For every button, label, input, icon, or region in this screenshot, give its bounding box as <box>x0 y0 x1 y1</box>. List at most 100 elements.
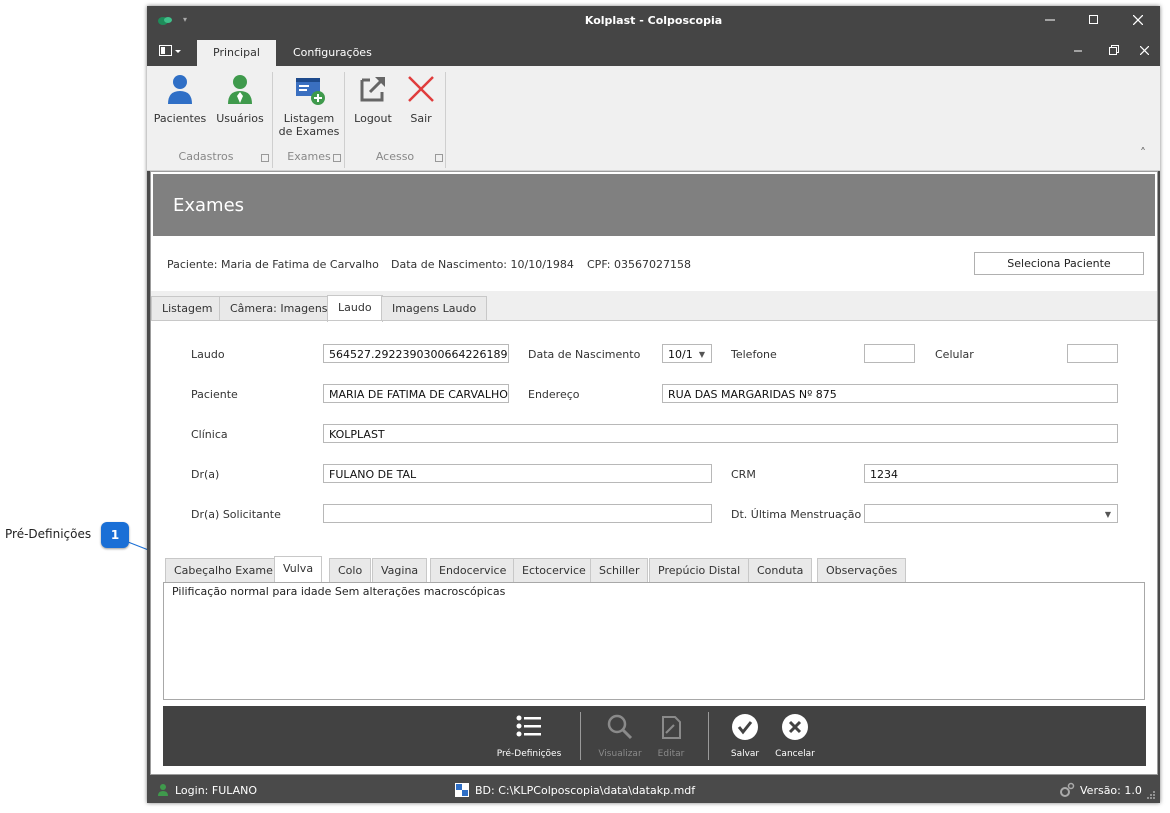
tab-camera-imagens[interactable]: Câmera: Imagens <box>219 296 339 321</box>
paciente-input[interactable]: MARIA DE FATIMA DE CARVALHO <box>323 384 509 403</box>
ribbon-collapse-icon[interactable]: ˄ <box>1140 146 1146 160</box>
tab-laudo[interactable]: Laudo <box>327 295 383 322</box>
cancel-circle-icon <box>771 714 819 743</box>
user-icon <box>223 72 257 106</box>
data-nascimento-dropdown[interactable]: 10/1 ▼ <box>662 344 712 363</box>
version-status: Versão: 1.0 <box>1080 784 1142 797</box>
sair-button[interactable]: Sair <box>399 72 443 125</box>
ribbon-panel: Pacientes Usuários Cadastros Listagem de… <box>147 66 1160 171</box>
dt-ultima-menstruacao-dropdown[interactable]: ▼ <box>864 504 1118 523</box>
title-bar: ▾ Kolplast - Colposcopia <box>147 6 1160 36</box>
tab-imagens-laudo[interactable]: Imagens Laudo <box>381 296 488 321</box>
dr-label: Dr(a) <box>191 468 220 481</box>
dialog-launcher-icon[interactable] <box>333 154 341 162</box>
login-status: Login: FULANO <box>175 784 258 797</box>
data-nascimento-value: 10/1 <box>668 348 693 361</box>
action-toolbar: Pré-Definições Visualizar Editar Salvar … <box>163 706 1146 766</box>
subtab-conduta[interactable]: Conduta <box>748 558 813 583</box>
dr-solicitante-label: Dr(a) Solicitante <box>191 508 281 521</box>
celular-label: Celular <box>935 348 974 361</box>
exit-x-icon <box>404 72 438 106</box>
logout-label: Logout <box>354 112 392 125</box>
ribbon-tab-configuracoes[interactable]: Configurações <box>277 40 388 66</box>
mdi-minimize-icon <box>1074 44 1082 59</box>
pre-definicoes-label: Pré-Definições <box>496 749 562 759</box>
chevron-down-icon: ▼ <box>698 350 705 359</box>
crm-label: CRM <box>731 468 756 481</box>
editar-button[interactable]: Editar <box>649 714 693 759</box>
mdi-close-button[interactable] <box>1129 36 1159 66</box>
ribbon-tab-principal[interactable]: Principal <box>197 40 276 66</box>
usuarios-label: Usuários <box>216 112 264 125</box>
close-button[interactable] <box>1116 6 1160 36</box>
group-separator <box>445 72 446 168</box>
exames-form: Exames Paciente: Maria de Fatima de Carv… <box>150 171 1158 775</box>
dr-solicitante-input[interactable] <box>323 504 712 523</box>
group-label-cadastros: Cadastros <box>178 150 234 163</box>
cancelar-button[interactable]: Cancelar <box>771 714 819 759</box>
maximize-button[interactable] <box>1072 6 1116 36</box>
toolbar-separator <box>708 712 709 760</box>
app-window: ▾ Kolplast - Colposcopia Principal Confi… <box>147 6 1160 803</box>
tab-listagem[interactable]: Listagem <box>151 296 224 321</box>
usuarios-button[interactable]: Usuários <box>213 72 267 125</box>
vulva-textarea[interactable]: Pilificação normal para idade Sem altera… <box>163 582 1145 700</box>
laudo-label: Laudo <box>191 348 225 361</box>
subtab-ectocervice[interactable]: Ectocervice <box>513 558 595 583</box>
clinica-input[interactable]: KOLPLAST <box>323 424 1118 443</box>
paciente-label: Paciente <box>191 388 238 401</box>
visualizar-label: Visualizar <box>598 749 642 759</box>
page-title: Exames <box>173 195 245 216</box>
telefone-input[interactable] <box>864 344 915 363</box>
salvar-button[interactable]: Salvar <box>723 714 767 759</box>
listagem-exames-button[interactable]: Listagem de Exames <box>277 72 341 138</box>
application-menu-icon[interactable] <box>159 45 183 60</box>
logout-icon <box>356 72 390 106</box>
edit-document-icon <box>649 714 693 743</box>
dialog-launcher-icon[interactable] <box>261 154 269 162</box>
seleciona-paciente-button[interactable]: Seleciona Paciente <box>974 252 1144 275</box>
subtab-prepucio-distal[interactable]: Prepúcio Distal <box>649 558 750 583</box>
laudo-input[interactable]: 564527.29223903006642261895650 <box>323 344 509 363</box>
subtab-vulva[interactable]: Vulva <box>274 556 323 583</box>
crm-input[interactable]: 1234 <box>864 464 1118 483</box>
patient-name-info: Paciente: Maria de Fatima de Carvalho <box>167 258 379 271</box>
callout-badge: 1 <box>101 522 129 548</box>
resize-grip-icon[interactable] <box>1146 790 1156 803</box>
subtab-vagina[interactable]: Vagina <box>372 558 428 583</box>
salvar-label: Salvar <box>730 749 760 759</box>
subtab-colo[interactable]: Colo <box>329 558 372 583</box>
mdi-minimize-button[interactable] <box>1063 36 1093 66</box>
visualizar-button[interactable]: Visualizar <box>595 714 645 759</box>
chevron-down-icon: ▼ <box>1104 510 1111 519</box>
status-bar: Login: FULANO BD: C:\KLPColposcopia\data… <box>147 778 1160 803</box>
logout-button[interactable]: Logout <box>349 72 397 125</box>
database-icon <box>455 783 469 800</box>
pre-definicoes-button[interactable]: Pré-Definições <box>491 714 567 759</box>
exam-list-add-icon <box>292 72 326 106</box>
subtab-observacoes[interactable]: Observações <box>817 558 907 583</box>
maximize-icon <box>1089 14 1099 29</box>
pacientes-button[interactable]: Pacientes <box>153 72 207 125</box>
subtab-endocervice[interactable]: Endocervice <box>430 558 516 583</box>
de-exames-label: de Exames <box>278 125 340 138</box>
telefone-label: Telefone <box>731 348 777 361</box>
sair-label: Sair <box>410 112 432 125</box>
mdi-restore-button[interactable] <box>1099 36 1129 66</box>
subtab-cabecalho-exame[interactable]: Cabeçalho Exame <box>165 558 282 583</box>
dialog-launcher-icon[interactable] <box>435 154 443 162</box>
celular-input[interactable] <box>1067 344 1118 363</box>
pacientes-label: Pacientes <box>153 112 207 125</box>
clinica-label: Clínica <box>191 428 228 441</box>
dr-input[interactable]: FULANO DE TAL <box>323 464 712 483</box>
gear-icon <box>1059 782 1075 801</box>
listagem-label: Listagem <box>283 112 335 125</box>
group-label-acesso: Acesso <box>375 150 415 163</box>
minimize-button[interactable] <box>1028 6 1072 36</box>
endereco-input[interactable]: RUA DAS MARGARIDAS Nº 875 <box>662 384 1118 403</box>
list-icon <box>491 714 567 743</box>
editar-label: Editar <box>657 749 685 759</box>
subtab-schiller[interactable]: Schiller <box>590 558 649 583</box>
ribbon-tab-bar: Principal Configurações <box>147 36 1160 66</box>
user-status-icon <box>157 783 169 800</box>
